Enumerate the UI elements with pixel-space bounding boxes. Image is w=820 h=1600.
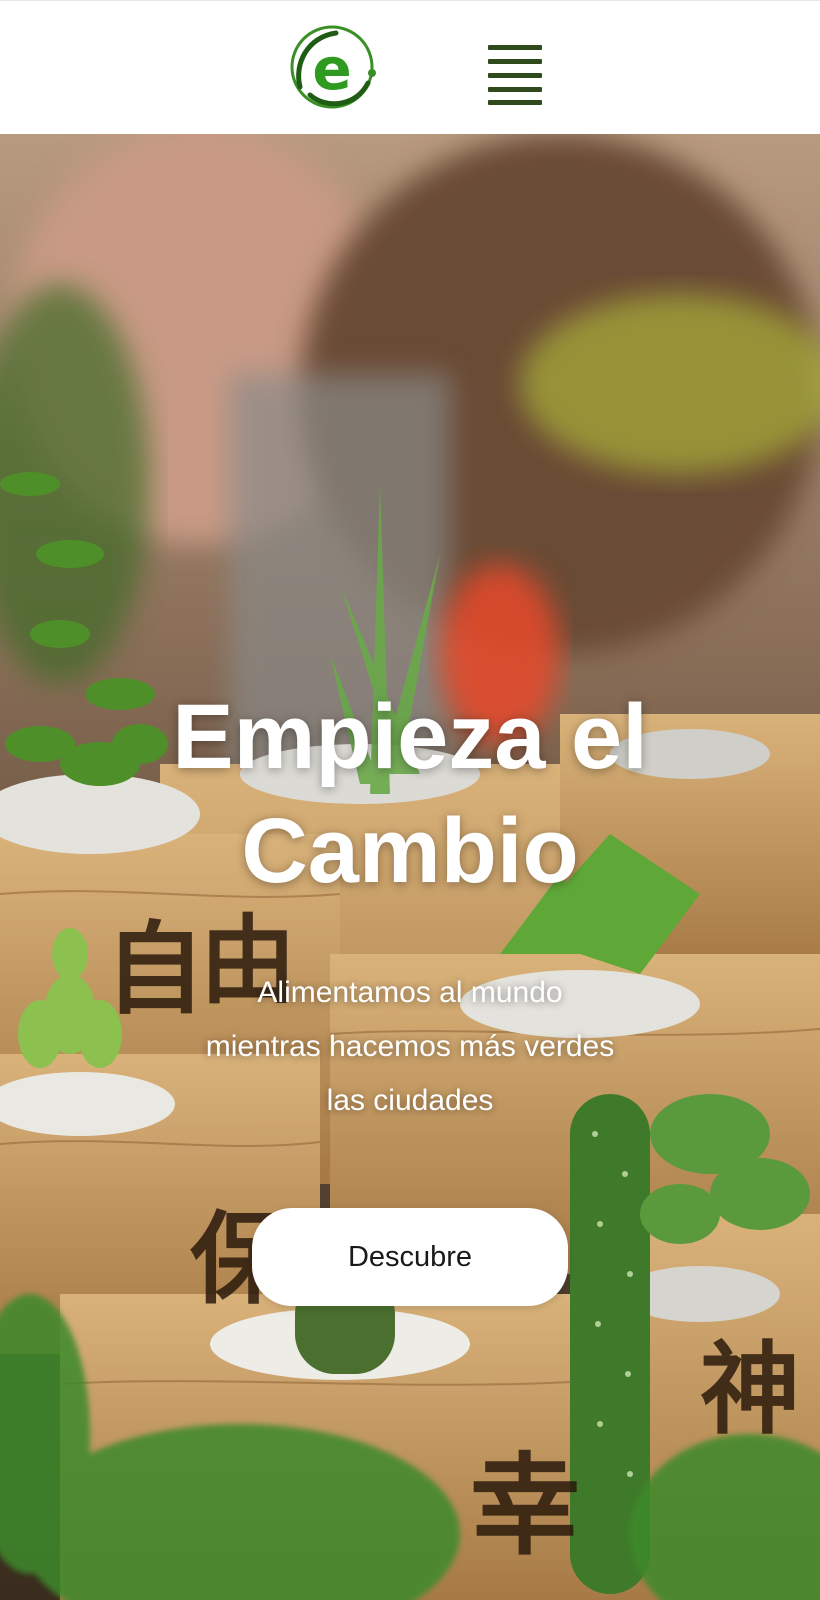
hero-subtitle: Alimentamos al mundo mientras hacemos má…	[160, 966, 660, 1128]
hero-subtitle-line-1: Alimentamos al mundo	[257, 976, 563, 1009]
menu-bar-2	[488, 59, 542, 64]
menu-bar-3	[488, 73, 542, 78]
logo-letter: e	[312, 35, 351, 103]
svg-text:幸: 幸	[470, 1441, 580, 1570]
hamburger-menu-icon[interactable]	[488, 45, 542, 105]
svg-text:神: 神	[700, 1330, 800, 1448]
hero-section: 自 由 保 幸 神 Empieza el Cambio Alimentamos …	[0, 134, 820, 1600]
discover-button[interactable]: Descubre	[252, 1208, 568, 1306]
hero-title-line-2: Cambio	[241, 800, 579, 902]
menu-bar-4	[488, 87, 542, 92]
hero-title-line-1: Empieza el	[172, 686, 648, 788]
menu-bar-5	[488, 100, 542, 105]
site-header: e	[0, 0, 820, 134]
leaf-e-logo-icon[interactable]: e	[286, 23, 378, 115]
hero-subtitle-line-2: mientras hacemos más verdes	[205, 1030, 615, 1063]
menu-bar-1	[488, 45, 542, 50]
hero-subtitle-line-3: las ciudades	[326, 1084, 494, 1117]
hero-title: Empieza el Cambio	[60, 680, 760, 908]
